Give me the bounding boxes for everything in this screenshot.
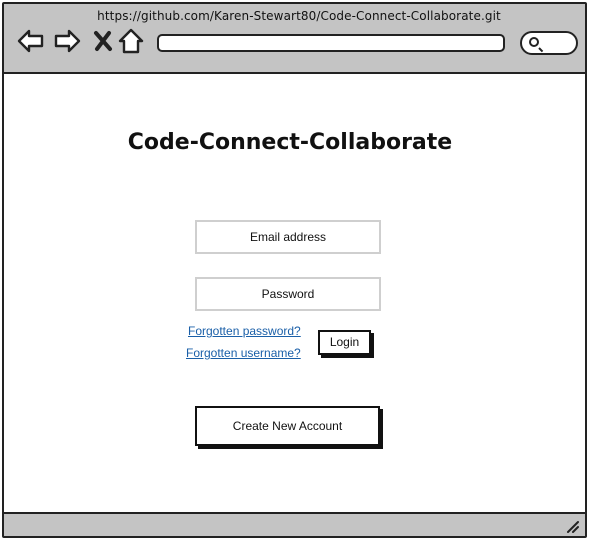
close-icon[interactable]: [88, 26, 118, 56]
status-bar: [4, 512, 585, 536]
browser-window: https://github.com/Karen-Stewart80/Code-…: [2, 2, 587, 538]
forward-arrow-icon[interactable]: [52, 26, 82, 56]
password-field[interactable]: [195, 277, 381, 311]
address-bar[interactable]: [157, 34, 505, 52]
page-content: Code-Connect-Collaborate Forgotten passw…: [4, 74, 585, 516]
login-button[interactable]: Login: [318, 330, 371, 355]
search-icon: [529, 37, 539, 47]
email-field[interactable]: [195, 220, 381, 254]
forgot-password-link[interactable]: Forgotten password?: [188, 324, 301, 338]
create-account-button[interactable]: Create New Account: [195, 406, 380, 446]
browser-search-field[interactable]: [520, 31, 578, 55]
page-title: Code-Connect-Collaborate: [127, 130, 453, 155]
browser-toolbar: https://github.com/Karen-Stewart80/Code-…: [4, 4, 585, 74]
back-arrow-icon[interactable]: [16, 26, 46, 56]
url-text: https://github.com/Karen-Stewart80/Code-…: [97, 9, 501, 23]
resize-grip-icon[interactable]: [565, 519, 579, 533]
forgot-username-link[interactable]: Forgotten username?: [186, 346, 301, 360]
home-icon[interactable]: [116, 26, 146, 56]
